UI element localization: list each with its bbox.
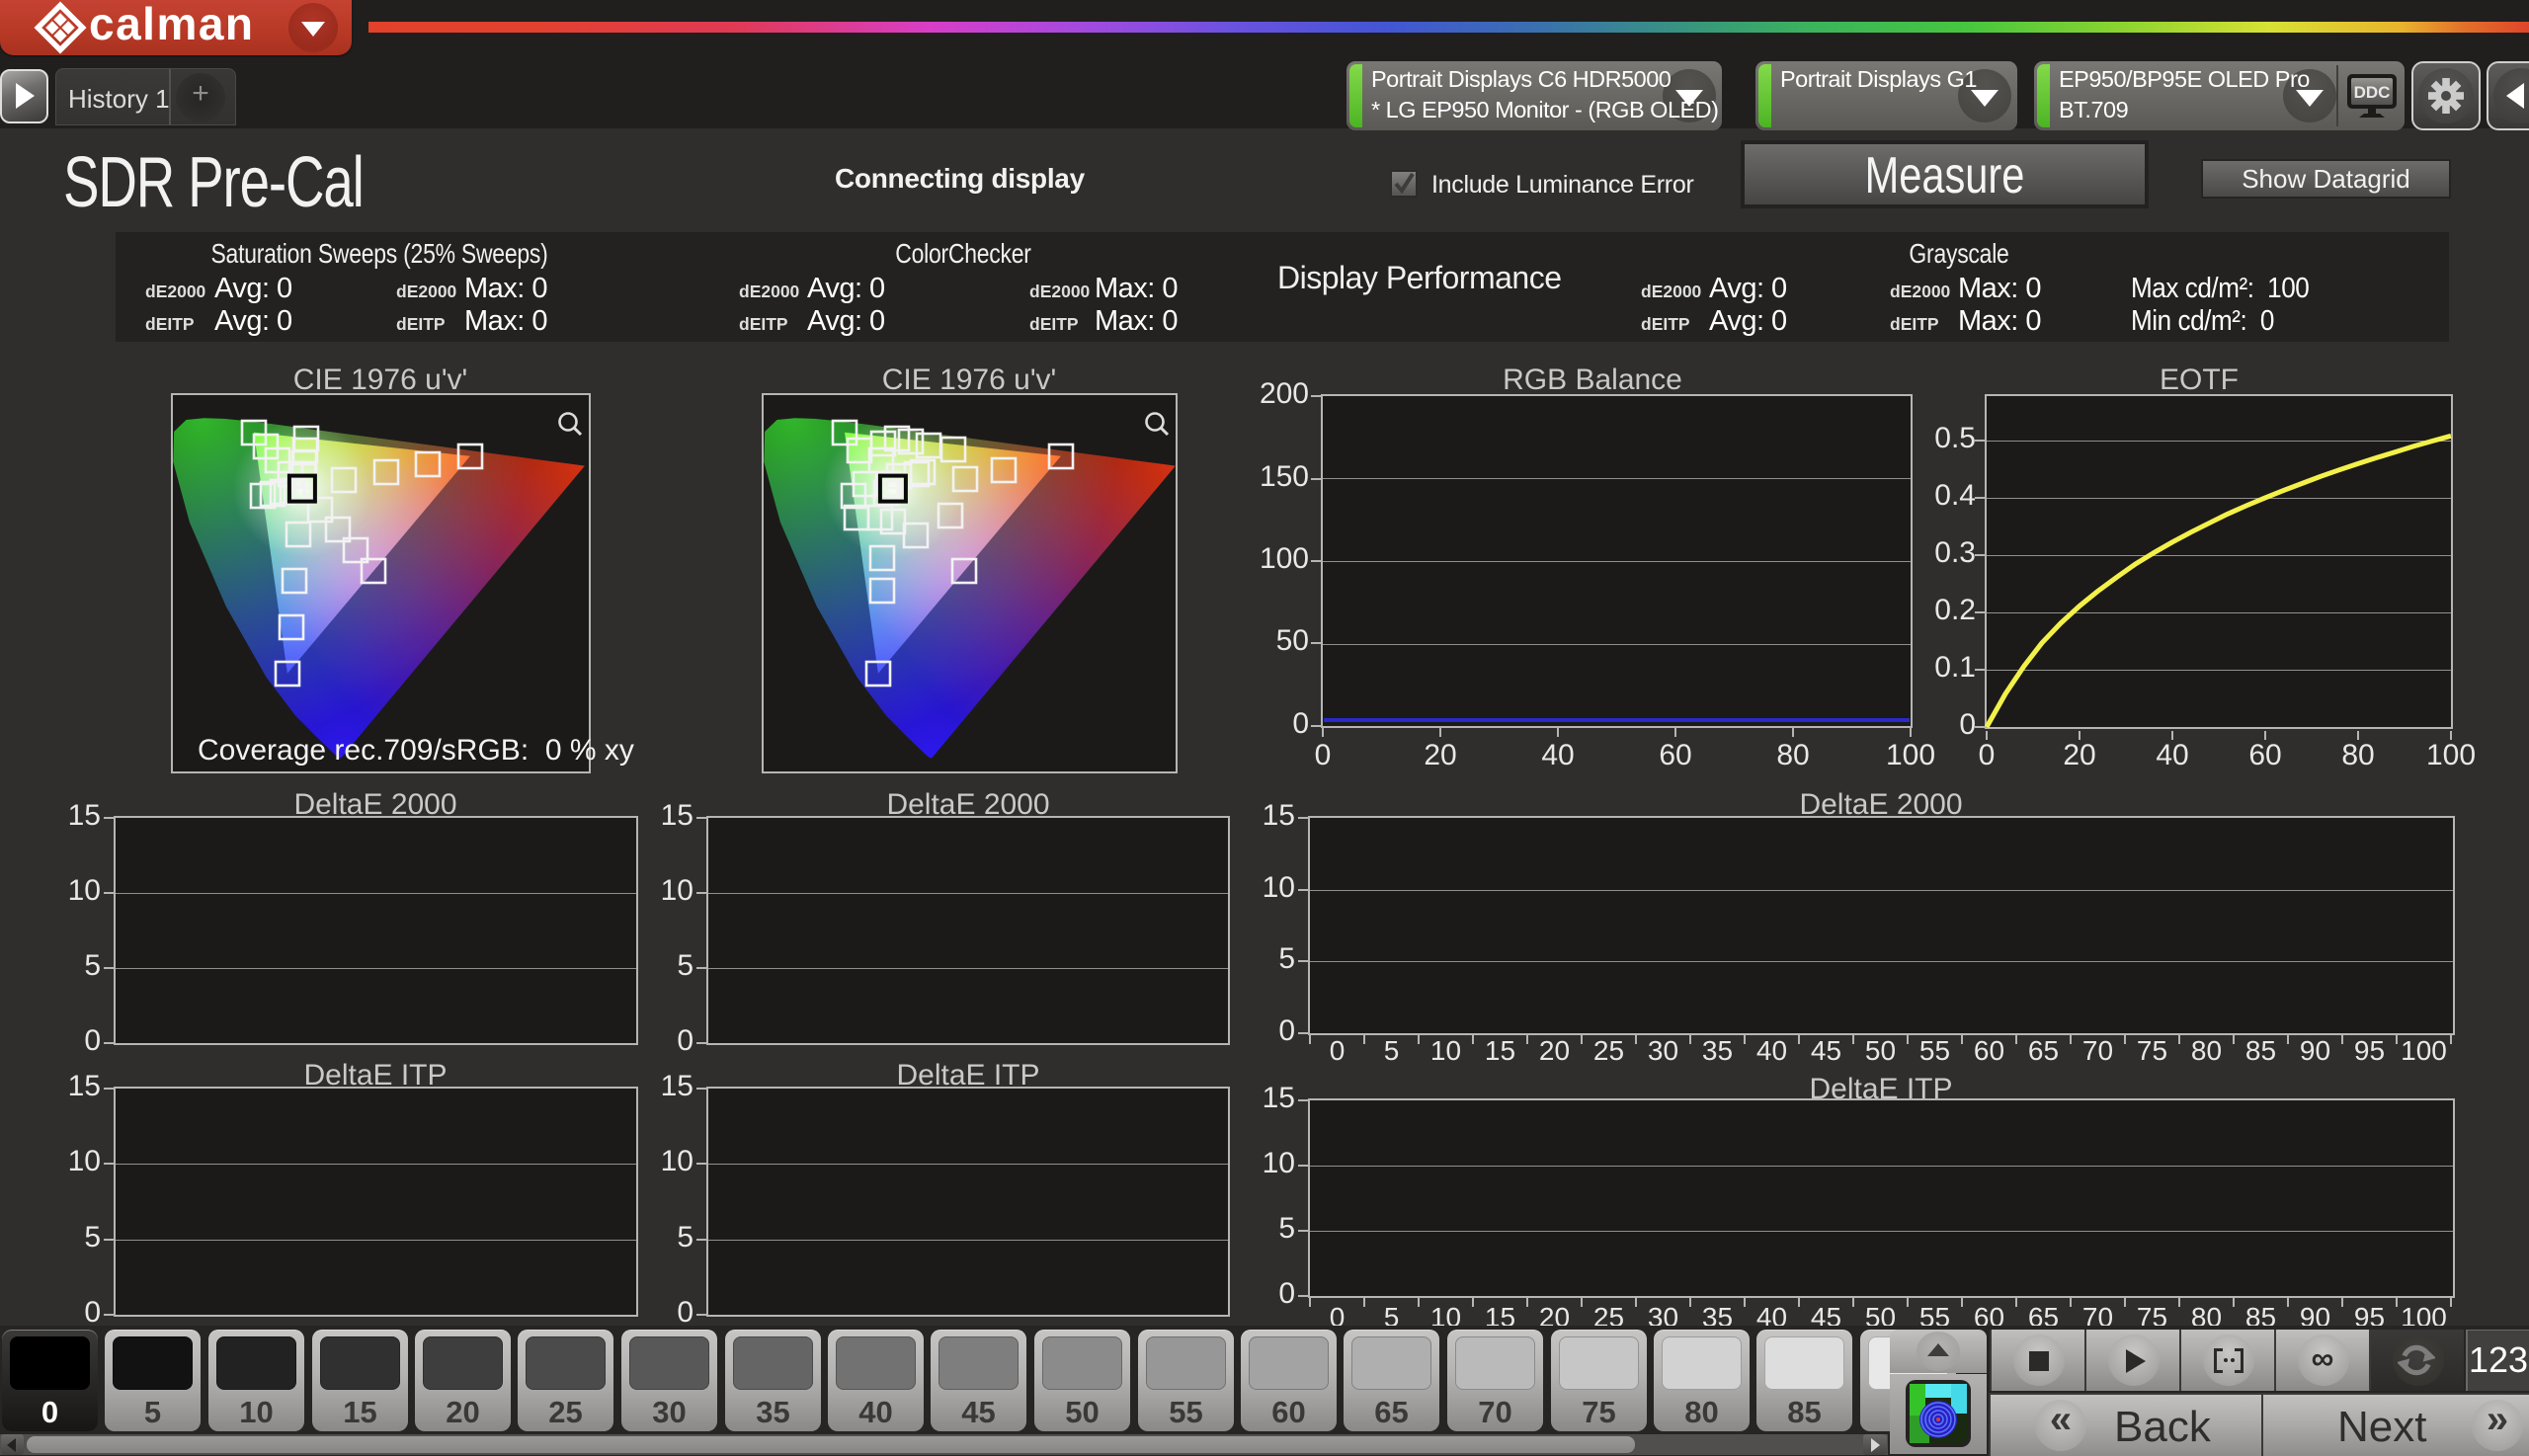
svg-text:DDC: DDC: [2354, 83, 2391, 102]
